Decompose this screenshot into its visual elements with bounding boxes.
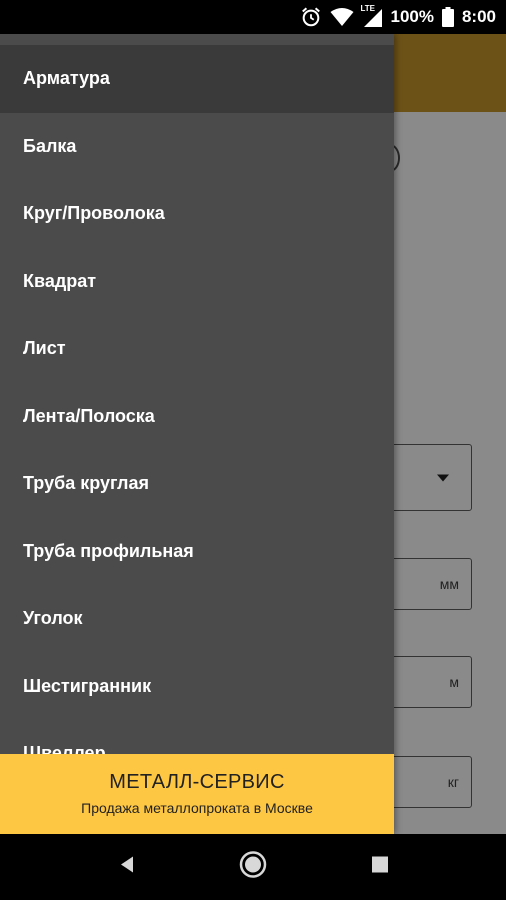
menu-item-kvadrat[interactable]: Квадрат xyxy=(0,248,394,316)
menu-item-label: Лист xyxy=(23,338,66,359)
network-type-label: LTE xyxy=(360,4,375,13)
status-bar: LTE 100% 8:00 xyxy=(0,0,506,34)
menu-item-label: Уголок xyxy=(23,608,83,629)
menu-item-truba-profilnaya[interactable]: Труба профильная xyxy=(0,518,394,586)
menu-item-label: Труба профильная xyxy=(23,540,194,561)
alarm-icon xyxy=(300,6,322,28)
menu-item-lenta-poloska[interactable]: Лента/Полоска xyxy=(0,383,394,451)
battery-percent: 100% xyxy=(390,7,434,26)
menu-item-ugolok[interactable]: Уголок xyxy=(0,585,394,653)
diameter-unit: мм xyxy=(439,576,459,592)
dropdown-arrow-icon xyxy=(437,474,449,481)
company-name: МЕТАЛЛ-СЕРВИС xyxy=(109,771,285,793)
drawer-menu: Арматура Балка Круг/Проволока Квадрат Ли… xyxy=(0,45,394,788)
menu-item-armatura[interactable]: Арматура xyxy=(0,45,394,113)
menu-item-label: Квадрат xyxy=(23,270,97,291)
drawer-footer-banner[interactable]: МЕТАЛЛ-СЕРВИС Продажа металлопроката в М… xyxy=(0,754,394,834)
menu-item-balka[interactable]: Балка xyxy=(0,113,394,181)
recents-icon[interactable] xyxy=(371,856,389,879)
menu-item-list[interactable]: Лист xyxy=(0,315,394,383)
status-icons: LTE 100% 8:00 xyxy=(300,0,496,34)
clock: 8:00 xyxy=(461,7,496,26)
menu-item-label: Арматура xyxy=(23,68,110,89)
menu-item-label: Лента/Полоска xyxy=(23,405,155,426)
system-navigation-bar xyxy=(0,834,506,900)
menu-item-label: Балка xyxy=(23,135,77,156)
navigation-drawer: Арматура Балка Круг/Проволока Квадрат Ли… xyxy=(0,34,394,834)
weight-unit: кг xyxy=(447,774,459,790)
home-icon[interactable] xyxy=(239,851,267,884)
back-icon[interactable] xyxy=(117,855,137,880)
company-tagline: Продажа металлопроката в Москве xyxy=(81,800,313,816)
menu-item-krug-provoloka[interactable]: Круг/Проволока xyxy=(0,180,394,248)
wifi-icon xyxy=(330,7,354,27)
menu-item-label: Шестигранник xyxy=(23,675,152,696)
battery-icon xyxy=(441,7,454,27)
menu-item-label: Круг/Проволока xyxy=(23,203,165,224)
signal-icon: LTE xyxy=(360,4,383,27)
menu-item-truba-kruglaya[interactable]: Труба круглая xyxy=(0,450,394,518)
menu-item-label: Труба круглая xyxy=(23,473,149,494)
menu-item-shestigrannik[interactable]: Шестигранник xyxy=(0,653,394,721)
length-unit: м xyxy=(449,674,459,690)
